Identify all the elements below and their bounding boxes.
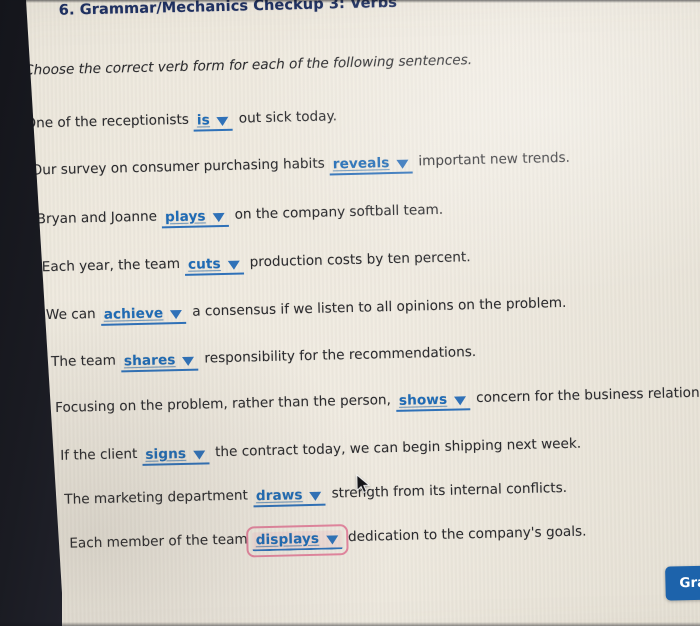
chevron-down-icon [396, 159, 409, 169]
chevron-down-icon [193, 449, 206, 460]
verb-dropdown-7[interactable]: shows [395, 391, 471, 412]
verb-dropdown-value: reveals [332, 155, 390, 173]
verb-dropdown-10[interactable]: displays [246, 523, 349, 559]
verb-dropdown-value: plays [164, 208, 206, 226]
verb-dropdown-value: shows [398, 391, 448, 409]
question-text-after: out sick today. [238, 108, 338, 127]
verb-dropdown-4[interactable]: cuts [184, 255, 245, 276]
chevron-down-icon [212, 212, 225, 222]
verb-dropdown-6[interactable]: shares [120, 351, 199, 373]
verb-dropdown-value: displays [255, 530, 320, 549]
verb-dropdown-value: draws [255, 487, 303, 505]
verb-dropdown-9[interactable]: draws [252, 486, 326, 508]
chevron-down-icon [309, 491, 322, 501]
chevron-down-icon [170, 309, 183, 319]
question-text-before: If the client [60, 446, 138, 464]
chevron-down-icon [182, 356, 195, 366]
question-text-before: The marketing department [64, 487, 249, 508]
chevron-down-icon [454, 395, 467, 406]
verb-dropdown-value: signs [145, 445, 187, 463]
chevron-down-icon [227, 260, 240, 270]
question-text-before: Each year, the team [41, 255, 181, 276]
chevron-down-icon [216, 116, 229, 126]
mouse-cursor-icon [356, 473, 371, 494]
verb-dropdown-value: shares [123, 352, 176, 370]
verb-dropdown-8[interactable]: signs [142, 445, 210, 466]
grade-button[interactable]: Gra [665, 564, 700, 601]
question-text-before: The team [50, 352, 117, 371]
verb-dropdown-5[interactable]: achieve [100, 304, 187, 326]
chevron-down-icon [326, 534, 339, 545]
question-text-before: Each member of the team [69, 531, 248, 552]
verb-dropdown-value: is [196, 112, 211, 129]
question-text-before: Bryan and Joanne [36, 208, 158, 228]
verb-dropdown-3[interactable]: plays [161, 207, 229, 229]
question-text-after: important new trends. [418, 149, 571, 170]
verb-dropdown-value: achieve [103, 305, 164, 323]
question-text-before: We can [45, 305, 96, 324]
question-text-before: One of the receptionists [25, 111, 190, 132]
screenshot-root: 6. Grammar/Mechanics Checkup 3: Verbs Ch… [0, 0, 700, 626]
verb-dropdown-value: cuts [187, 256, 221, 273]
verb-dropdown-2[interactable]: reveals [329, 154, 413, 176]
verb-dropdown-1[interactable]: is [193, 111, 234, 132]
